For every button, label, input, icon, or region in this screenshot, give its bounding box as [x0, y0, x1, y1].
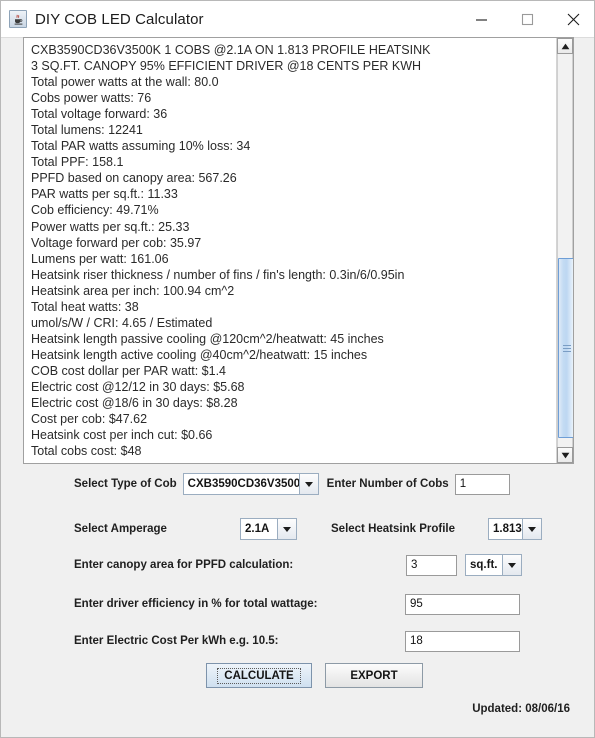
chevron-down-icon[interactable] [298, 474, 318, 494]
select-canopy-unit[interactable]: sq.ft. [465, 554, 522, 576]
export-button-label: EXPORT [350, 669, 398, 682]
results-line: 3 SQ.FT. CANOPY 95% EFFICIENT DRIVER @18… [31, 59, 422, 74]
scrollbar-track[interactable] [557, 54, 573, 447]
row-driver-efficiency: Enter driver efficiency in % for total w… [74, 593, 524, 615]
label-canopy-area: Enter canopy area for PPFD calculation: [74, 559, 294, 571]
java-coffee-cup-icon [9, 10, 27, 28]
select-canopy-unit-value: sq.ft. [466, 555, 502, 575]
label-number-of-cobs: Enter Number of Cobs [326, 478, 449, 490]
label-select-heatsink-profile: Select Heatsink Profile [331, 523, 455, 535]
results-line: Lumens per watt: 161.06 [31, 251, 169, 266]
window-controls [458, 1, 594, 38]
window-title: DIY COB LED Calculator [35, 10, 204, 28]
input-canopy-area[interactable]: 3 [406, 554, 457, 576]
results-line: Heatsink cost per inch cut: $0.66 [31, 428, 213, 443]
chevron-down-icon[interactable] [522, 519, 541, 539]
row-electric-cost: Enter Electric Cost Per kWh e.g. 10.5: 1… [74, 630, 524, 652]
results-line: Total cobs cost: $48 [31, 444, 142, 459]
chevron-down-icon[interactable] [502, 555, 521, 575]
results-line: Heatsink riser thickness / number of fin… [31, 267, 405, 282]
results-vertical-scrollbar[interactable] [556, 38, 573, 463]
results-line: umol/s/W / CRI: 4.65 / Estimated [31, 315, 213, 330]
export-button[interactable]: EXPORT [325, 663, 423, 688]
calculate-button[interactable]: CALCULATE [206, 663, 312, 688]
results-line: Cost per cob: $47.62 [31, 412, 148, 427]
select-cob-type[interactable]: CXB3590CD36V3500K [182, 473, 319, 495]
results-line: Heatsink length passive cooling @120cm^2… [31, 331, 384, 346]
results-line: Total voltage forward: 36 [31, 107, 168, 122]
results-line: Heatsink length active cooling @40cm^2/h… [31, 347, 368, 362]
scroll-down-arrow-icon[interactable] [557, 447, 573, 463]
label-driver-efficiency: Enter driver efficiency in % for total w… [74, 598, 318, 610]
results-line: Total PAR watts assuming 10% loss: 34 [31, 139, 251, 154]
input-driver-efficiency[interactable]: 95 [405, 593, 520, 615]
results-line: PAR watts per sq.ft.: 11.33 [31, 187, 178, 202]
results-line: Voltage forward per cob: 35.97 [31, 235, 202, 250]
maximize-button[interactable] [504, 1, 550, 38]
results-line: Cobs power watts: 76 [31, 91, 152, 106]
results-line: Cob efficiency: 49.71% [31, 203, 159, 218]
results-line: CXB3590CD36V3500K 1 COBS @2.1A ON 1.813 … [31, 43, 431, 57]
results-line: Total PPF: 158.1 [31, 155, 124, 170]
scrollbar-thumb[interactable] [558, 258, 573, 438]
action-buttons: CALCULATE EXPORT [206, 663, 423, 688]
results-line: Total lumens: 12241 [31, 123, 143, 138]
results-line: Heatsink area per inch: 100.94 cm^2 [31, 283, 235, 298]
results-line: Power watts per sq.ft.: 25.33 [31, 219, 190, 234]
scroll-up-arrow-icon[interactable] [557, 38, 573, 54]
results-textarea[interactable]: CXB3590CD36V3500K 1 COBS @2.1A ON 1.813 … [23, 37, 574, 464]
input-form-panel: Select Type of Cob CXB3590CD36V3500K Ent… [1, 467, 594, 737]
label-electric-cost: Enter Electric Cost Per kWh e.g. 10.5: [74, 635, 279, 647]
calculate-button-label: CALCULATE [217, 667, 301, 684]
close-button[interactable] [550, 1, 594, 38]
results-line: Electric cost @18/6 in 30 days: $8.28 [31, 396, 238, 411]
select-heatsink-profile[interactable]: 1.813 [488, 518, 542, 540]
updated-status-label: Updated: 08/06/16 [472, 703, 570, 715]
row-amperage: Select Amperage 2.1A Select Heatsink Pro… [74, 518, 542, 540]
chevron-down-icon[interactable] [277, 519, 296, 539]
label-select-cob-type: Select Type of Cob [74, 478, 177, 490]
application-window: DIY COB LED Calculator CXB3590CD36V3500K… [0, 0, 595, 738]
results-line: PPFD based on canopy area: 567.26 [31, 171, 237, 186]
label-select-amperage: Select Amperage [74, 523, 167, 535]
results-line: Electric cost @12/12 in 30 days: $5.68 [31, 379, 245, 394]
select-amperage[interactable]: 2.1A [240, 518, 297, 540]
minimize-button[interactable] [458, 1, 504, 38]
results-line: Total power watts at the wall: 80.0 [31, 75, 219, 90]
results-text-content: CXB3590CD36V3500K 1 COBS @2.1A ON 1.813 … [24, 38, 557, 463]
select-amperage-value: 2.1A [241, 519, 277, 539]
select-cob-type-value: CXB3590CD36V3500K [183, 474, 309, 494]
results-line: COB cost dollar per PAR watt: $1.4 [31, 363, 226, 378]
results-line: Total heat watts: 38 [31, 299, 139, 314]
row-cob-type: Select Type of Cob CXB3590CD36V3500K Ent… [74, 473, 510, 495]
row-canopy-area: Enter canopy area for PPFD calculation: … [74, 554, 524, 576]
select-heatsink-profile-value: 1.813 [489, 519, 522, 539]
input-electric-cost[interactable]: 18 [405, 630, 520, 652]
input-number-of-cobs[interactable]: 1 [454, 473, 510, 495]
scrollbar-grip-icon [563, 345, 571, 352]
title-bar: DIY COB LED Calculator [1, 1, 594, 38]
